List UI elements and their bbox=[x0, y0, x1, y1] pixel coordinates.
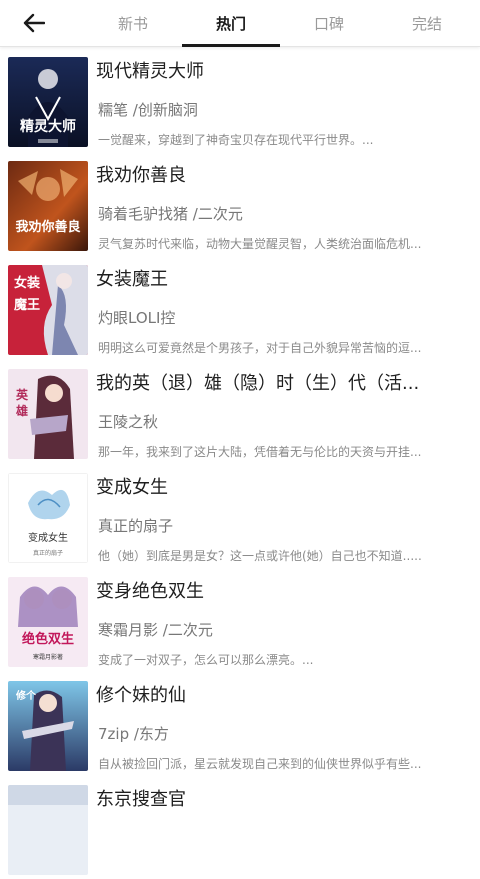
book-description: 他（她）到底是男是女？这一点或许他(她）自己也不知道..... bbox=[98, 549, 422, 563]
book-description: 一觉醒来，穿越到了神奇宝贝存在现代平行世界。... bbox=[98, 133, 374, 147]
cover-title-text: 变成女生 bbox=[28, 531, 68, 544]
book-title: 我劝你善良 bbox=[96, 165, 186, 186]
book-item[interactable]: 东京搜查官 bbox=[0, 775, 480, 879]
cover-title-text: 精灵大师 bbox=[20, 118, 76, 135]
cover-title-text: 我劝你善良 bbox=[15, 219, 80, 235]
book-item[interactable]: 英 雄 我的英（退）雄（隐）时（生）代（活... 王陵之秋 那一年，我来到了这片… bbox=[0, 359, 480, 463]
book-item[interactable]: 绝色双生 寒霜月影著 变身绝色双生 寒霜月影 /二次元 变成了一对双子，怎么可以… bbox=[0, 567, 480, 671]
book-cover bbox=[8, 785, 88, 875]
book-author: 寒霜月影 /二次元 bbox=[98, 621, 213, 639]
book-author: 王陵之秋 bbox=[98, 413, 159, 431]
book-author: 7zip /东方 bbox=[98, 725, 169, 743]
book-item[interactable]: 修个 修个妹的仙 7zip /东方 自从被捡回门派，星云就发现自己来到的仙侠世界… bbox=[0, 671, 480, 775]
book-title: 现代精灵大师 bbox=[96, 61, 204, 82]
book-item[interactable]: 女装 魔王 女装魔王 灼眼LOLI控 明明这么可爱竟然是个男孩子，对于自己外貌异… bbox=[0, 255, 480, 359]
cover-title-text: 英 bbox=[16, 387, 29, 402]
tab-completed[interactable]: 完结 bbox=[378, 0, 476, 46]
book-item[interactable]: 精灵大师 现代精灵大师 糯笔 /创新脑洞 一觉醒来，穿越到了神奇宝贝存在现代平行… bbox=[0, 47, 480, 151]
book-cover: 变成女生 真正的扇子 bbox=[8, 473, 88, 563]
book-description: 灵气复苏时代来临，动物大量觉醒灵智，人类统治面临危机... bbox=[98, 237, 422, 251]
cover-author-text: 真正的扇子 bbox=[33, 549, 63, 557]
book-cover: 修个 bbox=[8, 681, 88, 771]
book-description: 变成了一对双子，怎么可以那么漂亮。... bbox=[98, 653, 314, 667]
cover-title-text: 修个 bbox=[15, 689, 37, 702]
book-cover: 精灵大师 bbox=[8, 57, 88, 147]
book-list: 精灵大师 现代精灵大师 糯笔 /创新脑洞 一觉醒来，穿越到了神奇宝贝存在现代平行… bbox=[0, 47, 480, 879]
cover-title-text: 女装 bbox=[14, 275, 40, 291]
book-description: 那一年，我来到了这片大陆，凭借着无与伦比的天资与开挂... bbox=[98, 445, 422, 459]
tab-new[interactable]: 新书 bbox=[84, 0, 182, 46]
arrow-left-icon bbox=[23, 13, 45, 33]
book-cover: 绝色双生 寒霜月影著 bbox=[8, 577, 88, 667]
book-title: 东京搜查官 bbox=[96, 789, 186, 810]
tab-reputation[interactable]: 口碑 bbox=[280, 0, 378, 46]
top-navigation-bar: 新书 热门 口碑 完结 bbox=[0, 0, 480, 47]
cover-title-text: 绝色双生 bbox=[22, 631, 74, 647]
category-tabs: 新书 热门 口碑 完结 bbox=[84, 0, 480, 47]
cover-title-text: 魔王 bbox=[14, 297, 40, 313]
book-author: 真正的扇子 bbox=[98, 517, 174, 535]
book-title: 修个妹的仙 bbox=[96, 685, 186, 706]
book-title: 我的英（退）雄（隐）时（生）代（活... bbox=[96, 373, 420, 394]
book-item[interactable]: 我劝你善良 我劝你善良 骑着毛驴找猪 /二次元 灵气复苏时代来临，动物大量觉醒灵… bbox=[0, 151, 480, 255]
book-description: 自从被捡回门派，星云就发现自己来到的仙侠世界似乎有些... bbox=[98, 757, 422, 771]
book-item[interactable]: 变成女生 真正的扇子 变成女生 真正的扇子 他（她）到底是男是女？这一点或许他(… bbox=[0, 463, 480, 567]
cover-title-text: 雄 bbox=[15, 403, 28, 418]
book-author: 糯笔 /创新脑洞 bbox=[98, 101, 198, 119]
tab-popular[interactable]: 热门 bbox=[182, 0, 280, 47]
book-cover: 英 雄 bbox=[8, 369, 88, 459]
book-cover: 女装 魔王 bbox=[8, 265, 88, 355]
cover-author-text: 寒霜月影著 bbox=[33, 653, 63, 661]
book-description: 明明这么可爱竟然是个男孩子，对于自己外貌异常苦恼的逗... bbox=[98, 341, 422, 355]
book-author: 骑着毛驴找猪 /二次元 bbox=[98, 205, 243, 223]
book-author: 灼眼LOLI控 bbox=[98, 309, 176, 327]
book-cover: 我劝你善良 bbox=[8, 161, 88, 251]
book-title: 变身绝色双生 bbox=[96, 581, 204, 602]
book-title: 女装魔王 bbox=[96, 269, 168, 290]
book-title: 变成女生 bbox=[96, 477, 168, 498]
back-button[interactable] bbox=[18, 8, 50, 38]
